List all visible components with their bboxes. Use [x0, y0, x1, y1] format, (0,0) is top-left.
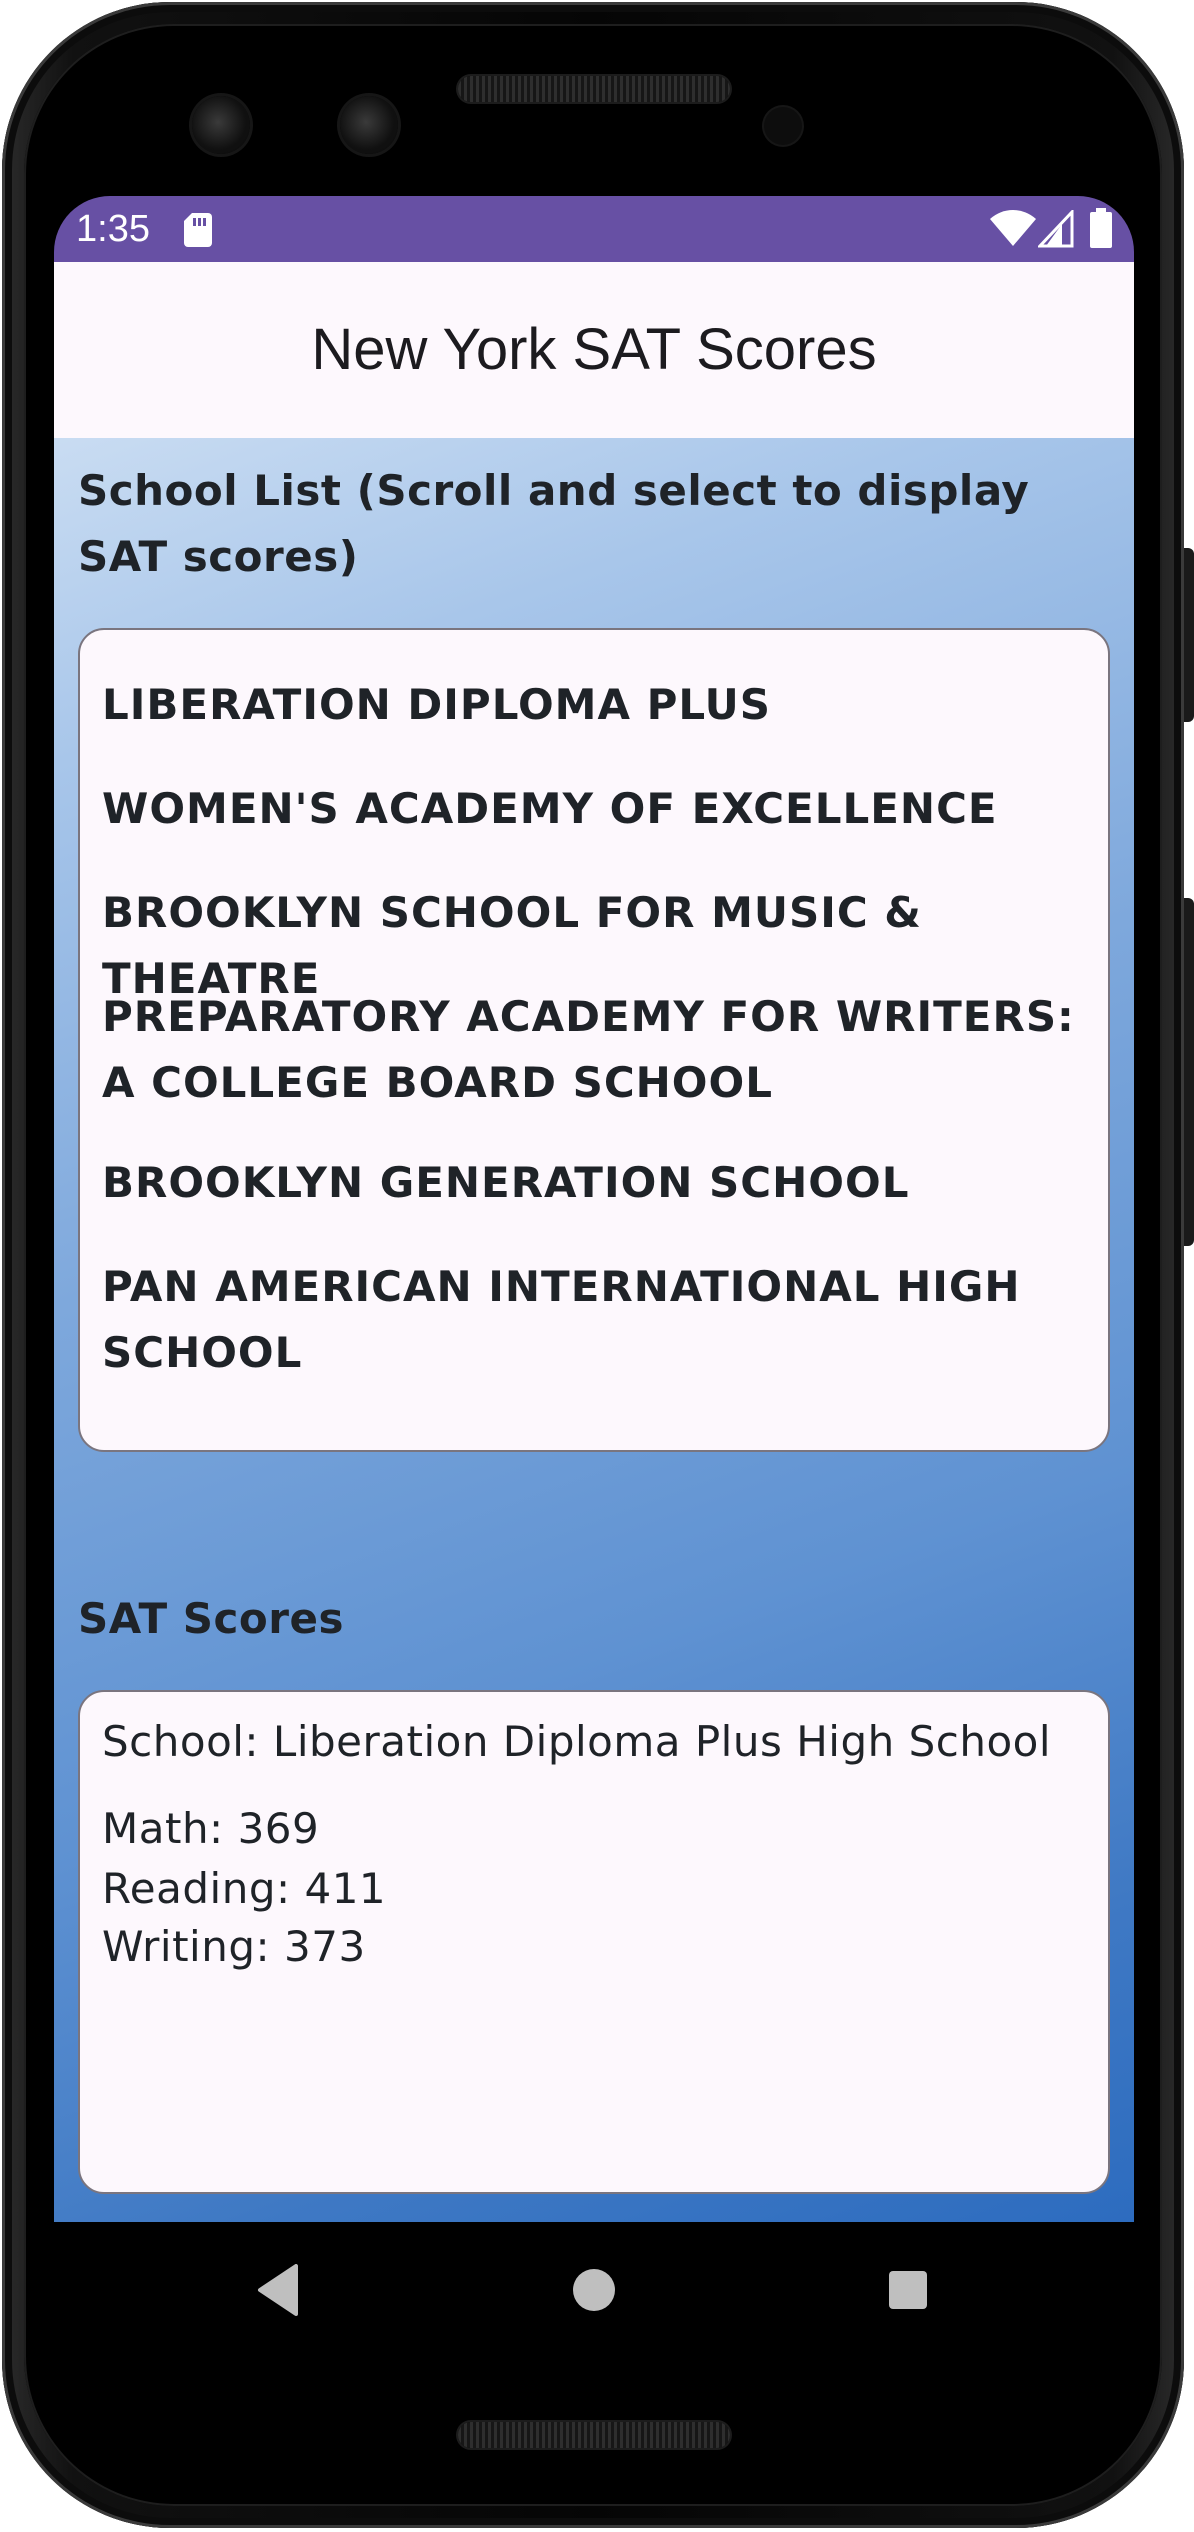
front-camera-icon [192, 96, 250, 154]
battery-icon [1090, 208, 1112, 248]
page: 1:35 New York SAT Scores School List (Sc… [0, 0, 1194, 2532]
main-content: School List (Scroll and select to displa… [54, 438, 1134, 2222]
list-item[interactable]: WOMEN'S ACADEMY OF EXCELLENCE [102, 776, 1082, 842]
earpiece-speaker [458, 76, 730, 102]
home-icon[interactable] [572, 2268, 616, 2312]
front-camera-icon [340, 96, 398, 154]
status-time: 1:35 [76, 208, 150, 250]
status-bar: 1:35 [54, 196, 1134, 262]
list-item[interactable]: PAN AMERICAN INTERNATIONAL HIGH SCHOOL [102, 1254, 1082, 1386]
selected-school-name: School: Liberation Diploma Plus High Sch… [102, 1717, 1052, 1766]
volume-button[interactable] [1184, 898, 1194, 1246]
reading-score: Reading: 411 [102, 1864, 387, 1913]
school-list-heading: School List (Scroll and select to displa… [78, 466, 1030, 581]
proximity-sensor [764, 107, 802, 145]
power-button[interactable] [1184, 548, 1194, 722]
navigation-bar [54, 2222, 1134, 2356]
wifi-icon [990, 210, 1036, 246]
sat-scores-card: School: Liberation Diploma Plus High Sch… [78, 1690, 1110, 2194]
signal-icon [1038, 210, 1074, 248]
list-item[interactable]: LIBERATION DIPLOMA PLUS [102, 672, 1082, 738]
list-item[interactable]: BROOKLYN GENERATION SCHOOL [102, 1150, 1082, 1216]
recents-icon[interactable] [888, 2270, 928, 2310]
school-list[interactable]: LIBERATION DIPLOMA PLUS WOMEN'S ACADEMY … [78, 628, 1110, 1452]
back-icon[interactable] [256, 2264, 300, 2316]
device-screen: 1:35 New York SAT Scores School List (Sc… [54, 196, 1134, 2356]
list-item[interactable]: PREPARATORY ACADEMY FOR WRITERS: A COLLE… [102, 984, 1082, 1116]
sat-scores-heading: SAT Scores [78, 1594, 344, 1643]
writing-score: Writing: 373 [102, 1922, 366, 1971]
app-bar: New York SAT Scores [54, 262, 1134, 438]
math-score: Math: 369 [102, 1804, 320, 1853]
bottom-speaker [458, 2422, 730, 2448]
sd-card-icon [184, 213, 212, 247]
page-title: New York SAT Scores [311, 317, 877, 382]
